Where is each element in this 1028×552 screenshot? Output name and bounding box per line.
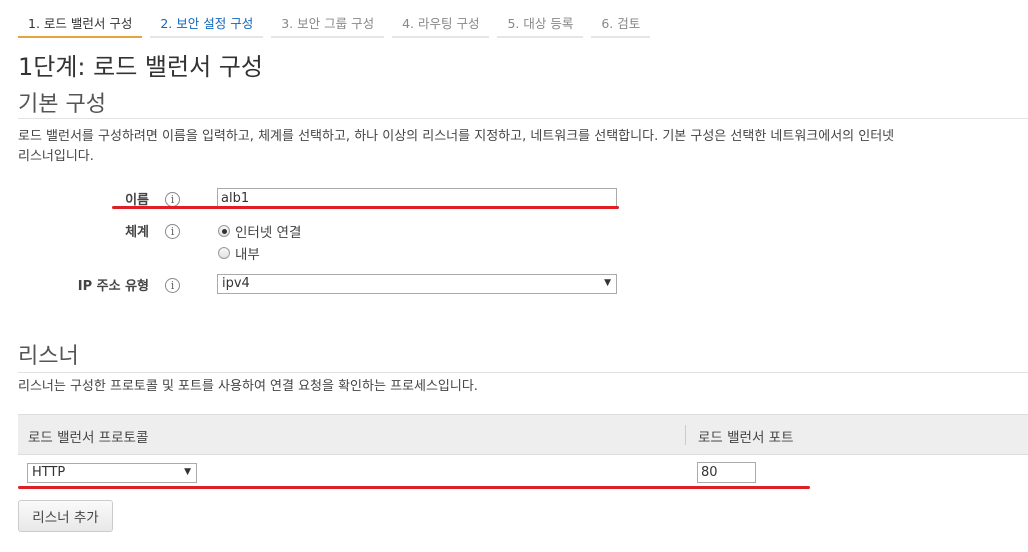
tab-register-targets[interactable]: 5. 대상 등록 bbox=[497, 10, 584, 38]
listeners-description: 리스너는 구성한 프로토콜 및 포트를 사용하여 연결 요청을 확인하는 프로세… bbox=[18, 379, 478, 394]
basic-config-description: 로드 밸런서를 구성하려면 이름을 입력하고, 체계를 선택하고, 하나 이상의… bbox=[18, 129, 895, 164]
column-separator bbox=[685, 425, 686, 445]
radio-unselected[interactable] bbox=[218, 247, 230, 259]
add-listener-button[interactable]: 리스너 추가 bbox=[18, 500, 113, 532]
listener-protocol-select[interactable]: HTTP ▼ bbox=[27, 463, 197, 483]
scheme-option-internet-facing[interactable]: 인터넷 연결 bbox=[218, 221, 301, 241]
name-input[interactable] bbox=[217, 188, 617, 208]
basic-config-heading: 기본 구성 bbox=[18, 92, 106, 117]
info-icon[interactable]: i bbox=[165, 192, 180, 207]
tab-review[interactable]: 6. 검토 bbox=[591, 10, 651, 38]
ip-address-type-label: IP 주소 유형 bbox=[77, 279, 149, 294]
annotation-underline bbox=[112, 206, 619, 209]
dropdown-caret-icon: ▼ bbox=[184, 467, 191, 477]
radio-selected[interactable] bbox=[218, 225, 230, 237]
tab-configure-security-groups[interactable]: 3. 보안 그룹 구성 bbox=[271, 10, 385, 38]
info-icon[interactable]: i bbox=[165, 224, 180, 239]
wizard-tabs: 1. 로드 밸런서 구성 2. 보안 설정 구성 3. 보안 그룹 구성 4. … bbox=[18, 10, 658, 38]
listeners-heading: 리스너 bbox=[18, 344, 79, 369]
listeners-table-header: 로드 밸런서 프로토콜 로드 밸런서 포트 bbox=[18, 414, 1028, 455]
dropdown-caret-icon: ▼ bbox=[604, 278, 611, 288]
column-header-protocol: 로드 밸런서 프로토콜 bbox=[28, 430, 149, 446]
scheme-option-internal[interactable]: 내부 bbox=[218, 243, 260, 263]
tab-configure-routing[interactable]: 4. 라우팅 구성 bbox=[392, 10, 490, 38]
scheme-label: 체계 bbox=[125, 225, 149, 240]
column-header-port: 로드 밸런서 포트 bbox=[698, 430, 794, 446]
tab-configure-security-settings[interactable]: 2. 보안 설정 구성 bbox=[150, 10, 264, 38]
divider bbox=[18, 118, 1028, 119]
listener-port-input[interactable] bbox=[697, 462, 756, 483]
divider bbox=[18, 372, 1028, 373]
page-title: 1단계: 로드 밸런서 구성 bbox=[18, 53, 263, 81]
annotation-underline bbox=[18, 486, 810, 489]
ip-address-type-select[interactable]: ipv4 ▼ bbox=[217, 274, 617, 294]
tab-configure-load-balancer[interactable]: 1. 로드 밸런서 구성 bbox=[18, 10, 143, 38]
info-icon[interactable]: i bbox=[165, 278, 180, 293]
